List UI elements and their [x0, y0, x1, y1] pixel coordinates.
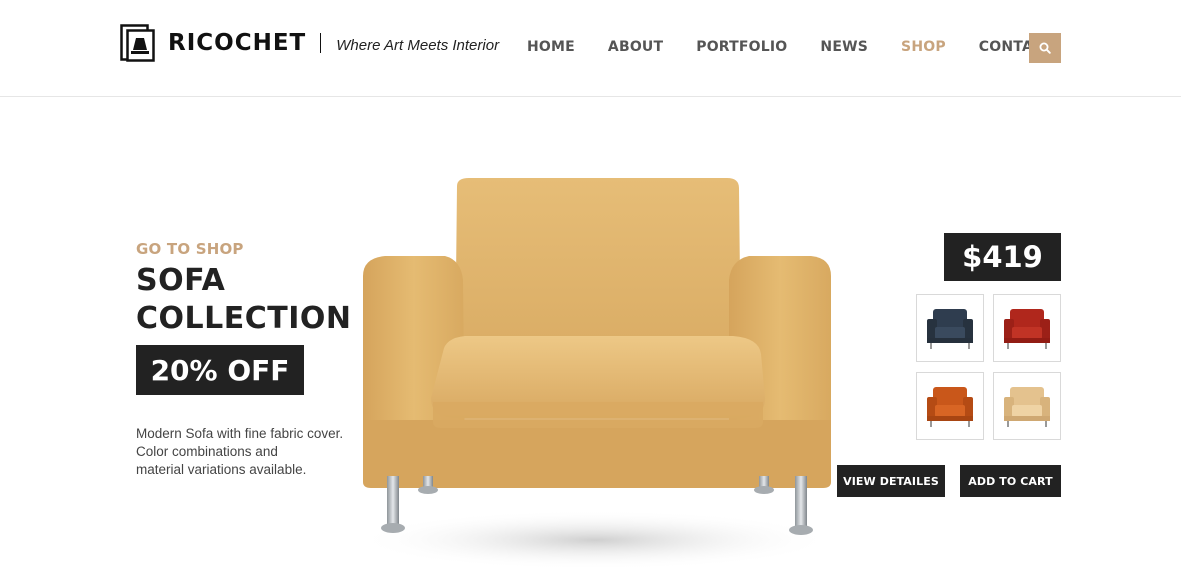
add-to-cart-button[interactable]: ADD TO CART: [960, 465, 1061, 497]
swatch-red[interactable]: [993, 294, 1061, 362]
swatch-orange[interactable]: [916, 372, 984, 440]
armchair-image: [345, 170, 845, 580]
description-line2: Color combinations and: [136, 444, 278, 459]
hero-title: SOFA COLLECTION: [136, 262, 352, 338]
discount-badge: 20% OFF: [136, 345, 304, 395]
nav-portfolio[interactable]: PORTFOLIO: [696, 39, 787, 55]
nav-shop[interactable]: SHOP: [901, 39, 946, 55]
nav-news[interactable]: NEWS: [820, 39, 868, 55]
nav-about[interactable]: ABOUT: [608, 39, 663, 55]
search-icon: [1039, 42, 1051, 54]
armchair-red-icon: [1004, 309, 1050, 349]
hero-title-line1: SOFA: [136, 263, 226, 298]
go-to-shop-link[interactable]: GO TO SHOP: [136, 240, 244, 258]
logo-mark-icon: [120, 24, 156, 62]
hero-title-line2: COLLECTION: [136, 301, 352, 336]
price-tag: $419: [944, 233, 1061, 281]
search-button[interactable]: [1029, 33, 1061, 63]
swatch-beige[interactable]: [993, 372, 1061, 440]
hero-description: Modern Sofa with fine fabric cover. Colo…: [136, 425, 376, 479]
brand-tagline: Where Art Meets Interior: [336, 36, 500, 54]
view-details-button[interactable]: VIEW DETAILES: [837, 465, 945, 497]
description-line1: Modern Sofa with fine fabric cover.: [136, 426, 344, 441]
armchair-orange-icon: [927, 387, 973, 427]
nav-home[interactable]: HOME: [527, 39, 575, 55]
armchair-navy-icon: [927, 309, 973, 349]
main-nav: HOME ABOUT PORTFOLIO NEWS SHOP CONTACT: [527, 39, 1086, 55]
brand-name: RICOCHET: [168, 30, 307, 56]
logo[interactable]: RICOCHET Where Art Meets Interior: [120, 24, 499, 62]
description-line3: material variations available.: [136, 462, 307, 477]
color-swatches: [916, 294, 1061, 440]
swatch-navy[interactable]: [916, 294, 984, 362]
logo-divider: [320, 33, 322, 53]
armchair-beige-icon: [1004, 387, 1050, 427]
site-header: RICOCHET Where Art Meets Interior HOME A…: [0, 0, 1181, 97]
